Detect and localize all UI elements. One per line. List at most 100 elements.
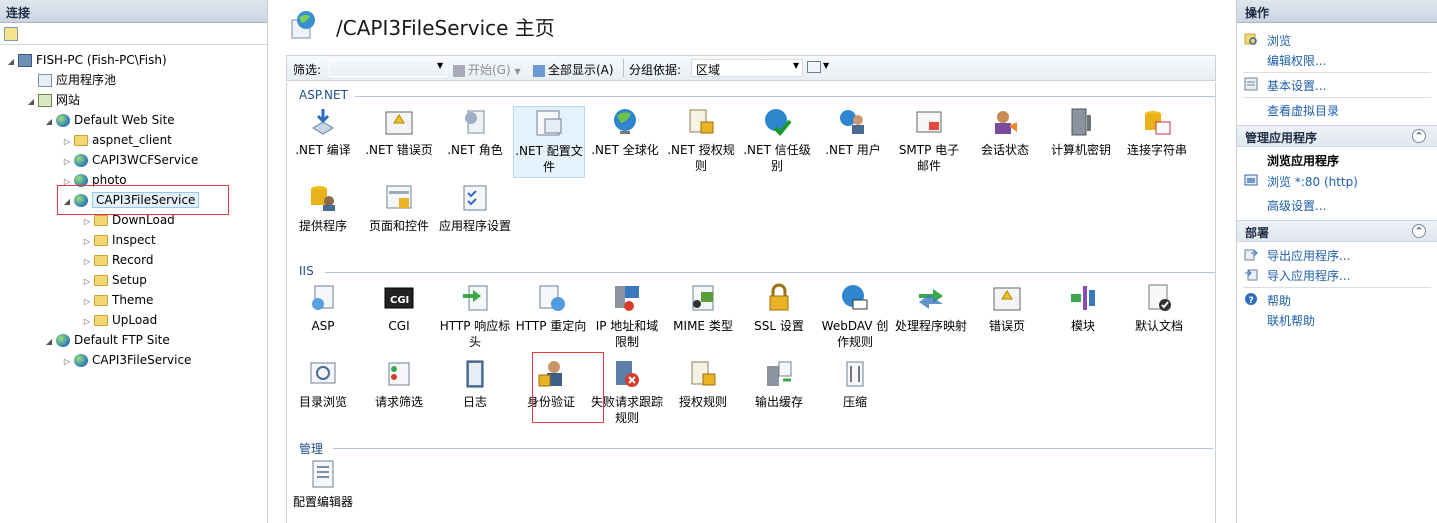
feature-request-filtering[interactable]: 请求筛选: [363, 358, 435, 410]
tree-node-ftp-capi3fileservice[interactable]: ▷ CAPI3FileService: [62, 351, 191, 369]
feature-net-compile[interactable]: .NET 编译: [287, 106, 359, 158]
feature-ip-domain-restrictions[interactable]: IP 地址和域限制: [591, 282, 663, 350]
feature-label: 会话状态: [980, 143, 1029, 157]
feature-http-redirect[interactable]: HTTP 重定向: [515, 282, 587, 334]
feature-cgi[interactable]: CGI CGI: [363, 282, 435, 334]
tree-node-theme[interactable]: ▷ Theme: [82, 291, 153, 309]
feature-net-users[interactable]: .NET 用户: [817, 106, 889, 158]
feature-label: 错误页: [988, 319, 1025, 333]
tree-label: aspnet_client: [92, 133, 172, 147]
feature-app-settings[interactable]: 应用程序设置: [439, 182, 511, 234]
collapse-icon[interactable]: ^: [1412, 224, 1426, 238]
feature-ssl-settings[interactable]: SSL 设置: [743, 282, 815, 334]
expand-icon[interactable]: ▷: [82, 213, 92, 231]
tree-node-inspect[interactable]: ▷ Inspect: [82, 231, 156, 249]
browse-port-80-link[interactable]: 浏览 *:80 (http): [1267, 173, 1358, 190]
tree-node-aspnet-client[interactable]: ▷ aspnet_client: [62, 131, 172, 149]
expand-icon[interactable]: ▷: [82, 233, 92, 251]
tree-node-default-ftp-site[interactable]: ◢ Default FTP Site: [44, 331, 170, 349]
feature-net-roles[interactable]: .NET 角色: [439, 106, 511, 158]
feature-configuration-editor[interactable]: 配置编辑器: [287, 458, 359, 510]
feature-label: 计算机密钥: [1050, 143, 1111, 157]
feature-mime-types[interactable]: MIME 类型: [667, 282, 739, 334]
feature-label: 输出缓存: [754, 395, 803, 409]
help-link[interactable]: 帮助: [1267, 292, 1291, 309]
feature-smtp-email[interactable]: SMTP 电子邮件: [893, 106, 965, 174]
browse-link[interactable]: 浏览: [1267, 32, 1291, 49]
feature-net-authorization[interactable]: .NET 授权规则: [665, 106, 737, 174]
feature-modules[interactable]: 模块: [1047, 282, 1119, 334]
tree-node-default-web-site[interactable]: ◢ Default Web Site: [44, 111, 175, 129]
expand-icon[interactable]: ◢: [44, 333, 54, 351]
actions-header: 操作: [1237, 0, 1437, 23]
tree-label: CAPI3FileService: [92, 353, 192, 367]
feature-output-caching[interactable]: 输出缓存: [743, 358, 815, 410]
feature-label: SMTP 电子邮件: [898, 143, 960, 173]
expand-icon[interactable]: ▷: [82, 273, 92, 291]
pages-icon: [383, 182, 415, 214]
view-dropdown-icon[interactable]: ▼: [823, 61, 829, 70]
tree-node-app-pools[interactable]: 应用程序池: [26, 71, 116, 89]
expand-icon[interactable]: ▷: [62, 133, 72, 151]
expand-icon[interactable]: ◢: [6, 53, 16, 71]
feature-compression[interactable]: 压缩: [819, 358, 891, 410]
basic-settings-link[interactable]: 基本设置...: [1267, 77, 1326, 94]
show-all-button[interactable]: 全部显示(A): [533, 61, 614, 78]
globe-icon: [56, 334, 70, 347]
export-application-link[interactable]: 导出应用程序...: [1267, 247, 1350, 264]
feature-handler-mappings[interactable]: 处理程序映射: [895, 282, 967, 334]
online-help-link[interactable]: 联机帮助: [1267, 312, 1315, 329]
feature-net-trust-levels[interactable]: .NET 信任级别: [741, 106, 813, 174]
feature-error-pages[interactable]: 错误页: [971, 282, 1043, 334]
feature-http-response-headers[interactable]: HTTP 响应标头: [439, 282, 511, 350]
expand-icon[interactable]: ▷: [62, 353, 72, 371]
tree-node-server[interactable]: ◢ FISH-PC (Fish-PC\Fish): [6, 51, 167, 69]
machine-key-icon: [1065, 106, 1097, 138]
feature-logging[interactable]: 日志: [439, 358, 511, 410]
filter-dropdown-icon[interactable]: ▼: [437, 61, 443, 70]
tree-node-record[interactable]: ▷ Record: [82, 251, 154, 271]
tree-node-capi3wcfservice[interactable]: ▷ CAPI3WCFService: [62, 151, 198, 169]
feature-asp[interactable]: ASP: [287, 282, 359, 334]
filter-toolbar: 筛选: ▼ 开始(G) ▼ 全部显示(A) 分组依据: 区域 ▼ ▼: [286, 55, 1216, 81]
feature-machine-key[interactable]: 计算机密钥: [1045, 106, 1117, 158]
expand-icon[interactable]: ▷: [82, 313, 92, 331]
feature-net-profile[interactable]: .NET 配置文件: [513, 106, 585, 178]
feature-providers[interactable]: 提供程序: [287, 182, 359, 234]
group-dropdown-icon[interactable]: ▼: [793, 61, 799, 70]
feature-webdav[interactable]: WebDAV 创作规则: [819, 282, 891, 350]
feature-pages-controls[interactable]: 页面和控件: [363, 182, 435, 234]
connections-header: 连接: [0, 0, 267, 23]
advanced-settings-link[interactable]: 高级设置...: [1267, 197, 1326, 214]
webdav-icon: [839, 282, 871, 314]
edit-permissions-link[interactable]: 编辑权限...: [1267, 52, 1326, 69]
feature-default-document[interactable]: 默认文档: [1123, 282, 1195, 334]
feature-net-globalization[interactable]: .NET 全球化: [589, 106, 661, 158]
expand-icon[interactable]: ▷: [82, 293, 92, 311]
filter-input[interactable]: [329, 59, 447, 77]
tree-node-upload[interactable]: ▷ UpLoad: [82, 311, 157, 329]
headers-icon: [459, 282, 491, 314]
feature-net-error-pages[interactable]: .NET 错误页: [363, 106, 435, 158]
feature-directory-browsing[interactable]: 目录浏览: [287, 358, 359, 410]
start-button[interactable]: 开始(G) ▼: [453, 61, 521, 78]
feature-label: .NET 全球化: [591, 143, 659, 157]
expand-icon[interactable]: ▷: [82, 253, 92, 271]
tree-node-sites[interactable]: ◢ 网站: [26, 91, 80, 109]
folder-icon: [94, 315, 108, 326]
connect-icon[interactable]: [4, 26, 18, 41]
tree-node-setup[interactable]: ▷ Setup: [82, 271, 147, 289]
expand-icon[interactable]: ◢: [44, 113, 54, 131]
group-by-select[interactable]: 区域: [691, 59, 803, 77]
feature-session-state[interactable]: 会话状态: [969, 106, 1041, 158]
feature-connection-strings[interactable]: 连接字符串: [1121, 106, 1193, 158]
feature-label: 页面和控件: [368, 219, 429, 233]
view-icon[interactable]: [807, 61, 821, 73]
expand-icon[interactable]: ▷: [62, 153, 72, 171]
import-application-link[interactable]: 导入应用程序...: [1267, 267, 1350, 284]
feature-label: .NET 角色: [447, 143, 503, 157]
feature-authorization-rules[interactable]: 授权规则: [667, 358, 739, 410]
view-virtual-directories-link[interactable]: 查看虚拟目录: [1267, 102, 1339, 119]
expand-icon[interactable]: ◢: [26, 93, 36, 111]
collapse-icon[interactable]: ^: [1412, 129, 1426, 143]
